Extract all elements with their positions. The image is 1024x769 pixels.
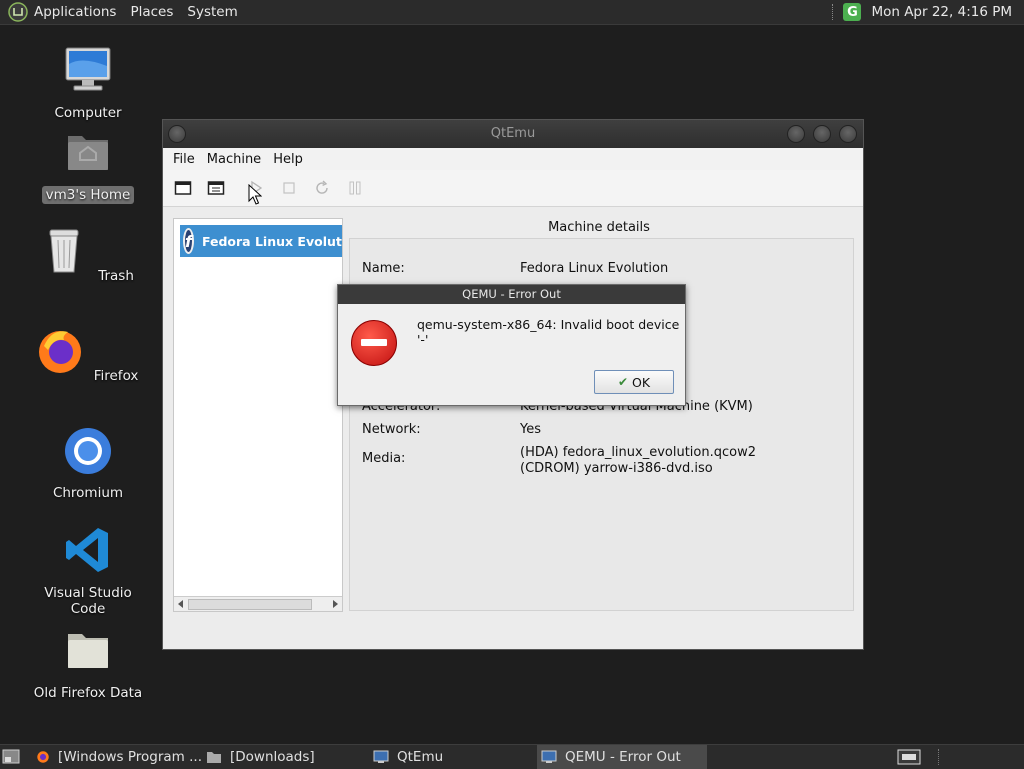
menu-machine[interactable]: Machine	[207, 152, 261, 167]
desktop-icon-label: Computer	[54, 105, 122, 121]
stop-machine-icon[interactable]	[280, 179, 298, 197]
folder-icon	[68, 634, 108, 668]
media-value-cdrom: (CDROM) yarrow-i386-dvd.iso	[520, 461, 713, 476]
minimize-icon[interactable]	[787, 125, 805, 143]
pause-machine-icon[interactable]	[346, 179, 364, 197]
desktop-icon-label: Firefox	[93, 368, 139, 384]
qtemu-icon	[373, 750, 389, 763]
menu-file[interactable]: File	[173, 152, 195, 167]
home-folder-icon	[68, 136, 108, 170]
task-label: [Windows Program ...	[58, 749, 202, 765]
machine-list-item[interactable]: f Fedora Linux Evolution	[180, 225, 342, 257]
system-menu[interactable]: System	[187, 4, 237, 20]
scroll-right-icon[interactable]	[331, 600, 339, 608]
desktop-icon-label: Chromium	[52, 485, 124, 501]
name-label: Name:	[362, 261, 405, 276]
error-dialog: QEMU - Error Out qemu-system-x86_64: Inv…	[337, 284, 686, 406]
desktop-icon-chromium[interactable]: Chromium	[28, 424, 148, 502]
window-menu-icon[interactable]	[168, 125, 186, 143]
vscode-icon	[66, 528, 108, 572]
network-label: Network:	[362, 422, 421, 437]
task-label: QEMU - Error Out	[565, 749, 681, 765]
fedora-icon: f	[183, 228, 194, 254]
firefox-icon	[37, 751, 49, 763]
dialog-title[interactable]: QEMU - Error Out	[338, 285, 685, 304]
desktop-icon-label: Trash	[98, 268, 134, 284]
task-qtemu[interactable]: QtEmu	[373, 745, 533, 769]
desktop-icon-old-firefox-data[interactable]: Old Firefox Data	[28, 624, 148, 702]
scroll-left-icon[interactable]	[177, 600, 185, 608]
desktop-icon-firefox[interactable]: Firefox	[28, 324, 148, 385]
taskbar: [Windows Program ... [Downloads] QtEmu Q…	[0, 744, 1024, 769]
ok-button-label: OK	[632, 374, 651, 390]
close-icon[interactable]	[839, 125, 857, 143]
task-qemu-error[interactable]: QEMU - Error Out	[537, 745, 707, 769]
name-value: Fedora Linux Evolution	[520, 261, 669, 276]
folder-icon	[207, 752, 221, 763]
machine-item-label: Fedora Linux Evolution	[201, 233, 342, 249]
machine-list[interactable]: f Fedora Linux Evolution	[173, 218, 343, 612]
top-panel: Applications Places System G Mon Apr 22,…	[0, 0, 1024, 25]
error-message: qemu-system-x86_64: Invalid boot device …	[417, 317, 680, 347]
mint-logo-icon[interactable]	[8, 2, 28, 22]
window-title: QtEmu	[490, 126, 536, 141]
task-label: [Downloads]	[230, 749, 315, 765]
applications-menu[interactable]: Applications	[34, 4, 116, 20]
scrollbar-thumb[interactable]	[188, 599, 312, 610]
menu-help[interactable]: Help	[273, 152, 303, 167]
trash-icon	[49, 229, 79, 273]
panel-separator	[832, 4, 835, 20]
check-icon: ✔	[617, 375, 628, 389]
desktop-icon-vscode[interactable]: Visual Studio Code	[28, 524, 148, 618]
panel-tray: G Mon Apr 22, 4:16 PM	[832, 0, 1012, 24]
chromium-icon	[65, 428, 111, 474]
task-label: QtEmu	[397, 749, 444, 765]
window-titlebar[interactable]: QtEmu	[163, 120, 863, 148]
clock[interactable]: Mon Apr 22, 4:16 PM	[871, 4, 1012, 20]
show-desktop-icon[interactable]	[2, 749, 20, 765]
desktop-icon-trash[interactable]: Trash	[28, 224, 148, 285]
maximize-icon[interactable]	[813, 125, 831, 143]
error-icon	[351, 320, 397, 366]
media-label: Media:	[362, 451, 406, 466]
firefox-icon	[38, 331, 81, 373]
media-value-hda: (HDA) fedora_linux_evolution.qcow2	[520, 445, 756, 460]
desktop-icon-computer[interactable]: Computer	[28, 44, 148, 122]
desktop-icon-label: Visual Studio Code	[44, 585, 132, 617]
places-menu[interactable]: Places	[130, 4, 173, 20]
taskbar-separator	[938, 749, 940, 765]
details-title: Machine details	[548, 220, 650, 235]
new-machine-icon[interactable]	[174, 179, 192, 197]
horizontal-scrollbar[interactable]	[174, 596, 342, 611]
workspace-switcher-icon[interactable]	[897, 749, 921, 765]
qtemu-icon	[541, 750, 557, 763]
menubar: File Machine Help	[163, 148, 863, 170]
task-windows-program[interactable]: [Windows Program ...	[36, 745, 202, 769]
desktop-icon-label: Old Firefox Data	[33, 685, 143, 701]
update-manager-icon[interactable]: G	[843, 3, 862, 21]
network-value: Yes	[520, 422, 541, 437]
mouse-cursor-icon	[248, 184, 262, 205]
computer-icon	[65, 47, 111, 91]
task-downloads[interactable]: [Downloads]	[206, 745, 364, 769]
ok-button[interactable]: ✔ OK	[594, 370, 674, 394]
machine-settings-icon[interactable]	[207, 179, 225, 197]
reset-machine-icon[interactable]	[313, 179, 331, 197]
desktop-icon-label: vm3's Home	[41, 186, 135, 204]
toolbar	[163, 170, 863, 207]
desktop-icon-home[interactable]: vm3's Home	[28, 126, 148, 204]
